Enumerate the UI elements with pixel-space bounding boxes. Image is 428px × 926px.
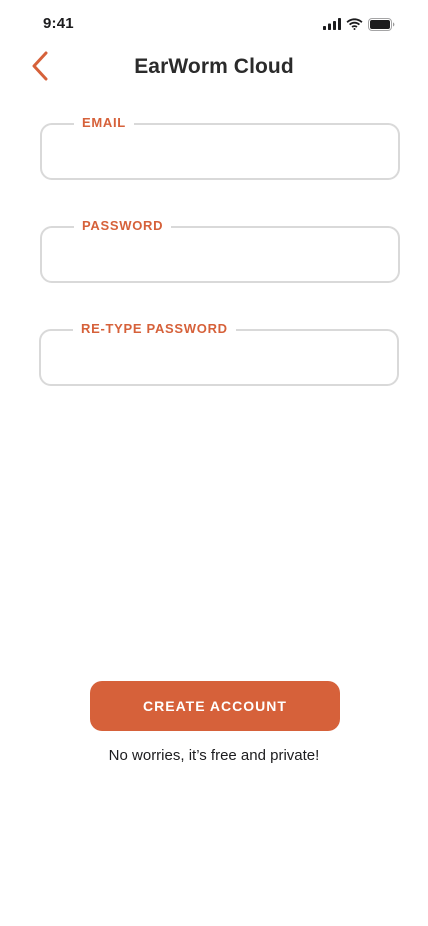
cellular-signal-icon — [323, 18, 341, 30]
create-account-screen: 9:41 EarWorm Cloud EMAIL PASSWORD RE-TYP… — [0, 0, 428, 926]
email-input[interactable] — [42, 125, 398, 178]
email-field: EMAIL — [40, 114, 400, 180]
wifi-icon — [346, 18, 363, 30]
password-input[interactable] — [42, 228, 398, 281]
password-field: PASSWORD — [40, 217, 400, 283]
create-account-button[interactable]: CREATE ACCOUNT — [90, 681, 340, 731]
battery-icon — [368, 17, 395, 31]
status-icons — [323, 17, 395, 31]
privacy-note: No worries, it’s free and private! — [108, 747, 320, 764]
retype-password-field: RE-TYPE PASSWORD — [39, 320, 399, 386]
page-title: EarWorm Cloud — [134, 55, 294, 78]
status-time: 9:41 — [43, 15, 74, 32]
retype-password-input[interactable] — [41, 331, 397, 384]
